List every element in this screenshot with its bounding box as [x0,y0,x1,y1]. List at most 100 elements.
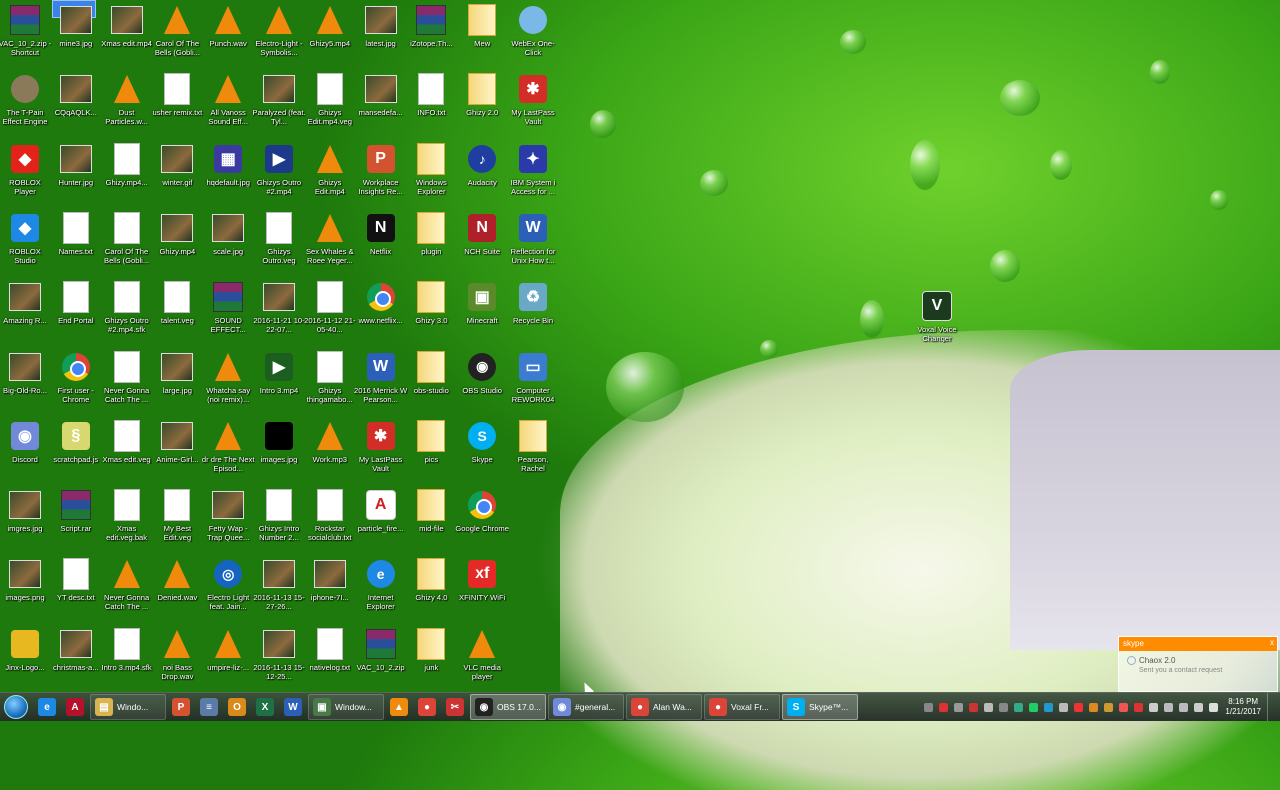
desktop-icon[interactable]: Ghizy 3.0 [406,277,456,343]
desktop-icon[interactable]: Big-Old-Ro... [0,347,50,413]
desktop-icon[interactable]: 2016-11-13 15-27-26... [253,554,305,620]
desktop-icon[interactable]: Carol Of The Bells (Gobli... [152,0,202,66]
desktop-icon[interactable]: Fetty Wap - Trap Quee... [203,485,253,551]
desktop-icon[interactable]: dr dre The Next Episod... [202,416,255,482]
desktop-icon[interactable]: Never Gonna Catch The ... [102,347,152,413]
taskbar-button[interactable]: ◉ #general... [548,694,624,720]
taskbar-button[interactable]: ● Alan Wa... [626,694,702,720]
tray-icon[interactable] [954,702,964,712]
skype-notification[interactable]: skype x Chaox 2.0 Sent you a contact req… [1118,636,1278,692]
tray-icon[interactable] [999,702,1009,712]
tray-icon[interactable] [1074,702,1084,712]
tray-icon[interactable] [939,702,949,712]
desktop-icon[interactable]: S Skype [457,416,507,482]
tray-icon[interactable] [1029,702,1039,712]
desktop-icon[interactable]: SOUND EFFECT... [203,277,253,343]
desktop-icon[interactable]: End Portal [51,277,101,343]
desktop-icon[interactable]: obs-studio [406,347,456,413]
desktop-icon[interactable]: Work.mp3 [305,416,355,482]
desktop-icon[interactable]: iZotope.Th... [406,0,456,66]
desktop-icon[interactable]: Intro 3.mp4.sfk [101,624,152,690]
desktop-icon[interactable]: INFO.txt [406,69,456,135]
desktop-icon[interactable]: umpire-liz-... [203,624,253,690]
desktop-icon[interactable]: Ghizys Outro #2.mp4.sfk [102,277,152,343]
taskbar-button[interactable]: ▣ Window... [308,694,384,720]
desktop-icon[interactable]: Anime-Girl... [152,416,202,482]
desktop-icon[interactable]: images.png [0,554,50,620]
tray-icon[interactable] [1044,702,1054,712]
tray-icon[interactable] [1194,702,1204,712]
taskbar-button[interactable]: W [280,695,306,719]
desktop-icon[interactable]: First user - Chrome [51,347,101,413]
desktop-icon[interactable]: Xmas edit.veg [102,416,152,482]
desktop-icon[interactable]: Ghizy 2.0 [457,69,507,135]
desktop-icon[interactable]: P Workplace Insights Re... [356,139,406,205]
desktop-icon[interactable]: Hunter.jpg [51,139,101,205]
desktop-icon[interactable]: mansedefa... [356,69,406,135]
desktop-icon[interactable]: N NCH Suite [457,208,507,274]
desktop-icon[interactable]: iphone-7I... [305,554,355,620]
desktop-icon[interactable]: Ghizy5.mp4 [305,0,355,66]
desktop-icon[interactable]: Pearson, Rachel [508,416,558,482]
tray-icon[interactable] [1104,702,1114,712]
tray-icon[interactable] [984,702,994,712]
taskbar-button[interactable]: e [34,695,60,719]
desktop-icon[interactable]: Sex Whales & Roee Yeger... [305,208,355,274]
desktop-icon[interactable]: 2016-11-13 15-12-25... [253,624,305,690]
desktop-icon[interactable]: ♻ Recycle Bin [508,277,558,343]
desktop-icon[interactable]: Denied.wav [152,554,202,620]
desktop-icon-voxal[interactable]: V Voxal Voice Changer [912,286,962,352]
tray-icon[interactable] [1149,702,1159,712]
desktop-icon[interactable]: ▶ Intro 3.mp4 [254,347,304,413]
desktop-icon[interactable]: ◉ Discord [0,416,50,482]
taskbar-button[interactable]: X [252,695,278,719]
desktop-icon[interactable]: My Best Edit.veg [152,485,202,551]
desktop-icon[interactable]: W Reflection for Unix How t... [508,208,558,274]
tray-icon[interactable] [1134,702,1144,712]
taskbar-button[interactable]: ● Voxal Fr... [704,694,780,720]
desktop-icon[interactable]: mid-file [406,485,456,551]
tray-icon[interactable] [1014,702,1024,712]
desktop-icon[interactable]: Script.rar [51,485,101,551]
taskbar-button[interactable]: ▤ Windo... [90,694,166,720]
desktop-icon[interactable]: ▶ Ghizys Outro #2.mp4 [254,139,304,205]
desktop-icon[interactable]: ▦ hqdefault.jpg [203,139,253,205]
desktop-icon[interactable]: Electro-Light - Symbolis... [254,0,304,66]
desktop-icon[interactable]: VAC_10_2.zip [356,624,406,690]
desktop-icon[interactable]: Dust Particles.w... [102,69,152,135]
desktop-icon[interactable]: W 2016 Merrick W Pearson... [354,347,407,413]
desktop-icon[interactable]: Google Chrome [455,485,509,551]
desktop-icon[interactable]: Paralyzed (feat. Tyl... [252,69,306,135]
tray-icon[interactable] [1179,702,1189,712]
desktop-icon[interactable]: ◉ OBS Studio [457,347,507,413]
tray-icon[interactable] [1209,702,1219,712]
desktop-icon[interactable]: ✱ My LastPass Vault [508,69,558,135]
desktop-icon[interactable]: Ghizy.mp4... [102,139,152,205]
desktop-icon[interactable]: mine3.jpg [51,0,101,66]
desktop-icon[interactable]: ▣ Minecraft [457,277,507,343]
desktop-icon[interactable]: winter.gif [152,139,202,205]
desktop-icon[interactable]: Ghizy.mp4 [152,208,202,274]
close-icon[interactable]: x [1270,638,1274,647]
desktop-icon[interactable]: Jinx-Logo... [0,624,50,690]
desktop-icon[interactable]: Ghizys Edit.mp4 [305,139,355,205]
desktop-icon[interactable]: Whatcha say (noi remix)... [203,347,253,413]
desktop-icon[interactable]: VLC media player [457,624,507,690]
taskbar-button[interactable]: O [224,695,250,719]
desktop-icon[interactable]: Xmas edit.veg.bak [102,485,152,551]
tray-icon[interactable] [1119,702,1129,712]
desktop-icon[interactable]: christmas-a... [51,624,101,690]
taskbar-button[interactable]: ● [414,695,440,719]
desktop-icon[interactable]: VAC_10_2.zip - Shortcut [0,0,51,66]
desktop-icon[interactable]: scale.jpg [203,208,253,274]
taskbar-button[interactable]: S Skype™... [782,694,858,720]
taskbar-button[interactable]: P [168,695,194,719]
desktop-icon[interactable]: CQqAQLK... [51,69,101,135]
desktop-icon[interactable]: ✱ My LastPass Vault [356,416,406,482]
desktop-icon[interactable]: latest.jpg [356,0,406,66]
desktop-icon[interactable]: N Netflix [356,208,406,274]
taskbar-button[interactable]: ≡ [196,695,222,719]
desktop-icon[interactable]: The T-Pain Effect Engine [0,69,50,135]
desktop-icon[interactable]: pics [406,416,456,482]
taskbar-button[interactable]: ✂ [442,695,468,719]
